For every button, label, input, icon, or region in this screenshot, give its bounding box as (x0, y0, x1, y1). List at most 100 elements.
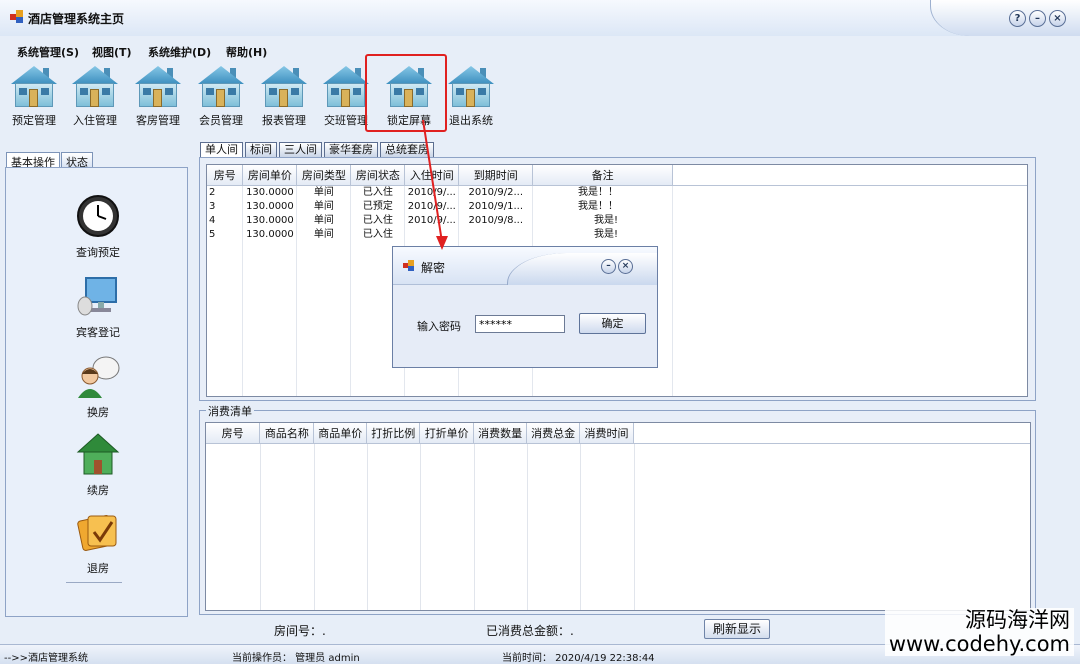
tab-status[interactable]: 状态 (61, 152, 93, 169)
toolbar-report-button[interactable]: 报表管理 (253, 64, 315, 128)
toolbar-reservation-button[interactable]: 预定管理 (3, 64, 65, 128)
table-row[interactable]: 3 130.0000 单间 已预定 2010/9/... 2010/9/1... 我是！！ (207, 199, 1027, 214)
empty-cell (296, 353, 352, 368)
table-row[interactable]: 5 130.0000 单间 已入住 我是! (207, 227, 1027, 242)
consumption-column-header[interactable]: 打折比例 (366, 423, 421, 444)
empty-cell (207, 339, 244, 354)
empty-cell (207, 325, 244, 340)
empty-cell (207, 269, 244, 284)
empty-cell (673, 368, 1027, 382)
extend-stay-button[interactable]: 续房 (56, 432, 140, 498)
consumption-frame: 房号 商品名称 商品单价 打折比例 打折单价 消费数量 消费总金 消费时间 (199, 410, 1036, 615)
grid-column-line (580, 444, 581, 610)
room-column-header[interactable]: 房号 (207, 165, 244, 186)
dialog-minimize-button[interactable]: – (601, 259, 616, 274)
toolbar: 预定管理 入住管理 客房管理 会员管理 报表管理 交班管理 锁定屏幕 退出系统 (0, 62, 1080, 134)
room-column-header[interactable]: 房间状态 (350, 165, 406, 186)
guest-registration-button[interactable]: 宾客登记 (56, 274, 140, 340)
toolbar-exit-button[interactable]: 退出系统 (440, 64, 502, 128)
consumption-column-header[interactable]: 商品名称 (259, 423, 315, 444)
minimize-button[interactable]: – (1029, 10, 1046, 27)
room-cell-filler (673, 214, 1027, 228)
room-cell: 2 (207, 185, 244, 200)
consumption-table: 房号 商品名称 商品单价 打折比例 打折单价 消费数量 消费总金 消费时间 (206, 423, 1030, 444)
menu-system-management[interactable]: 系统管理(S) (17, 44, 79, 60)
empty-cell (242, 339, 298, 354)
room-column-filler (672, 165, 1027, 186)
guest-registration-label: 宾客登记 (76, 326, 120, 339)
close-button[interactable]: × (1049, 10, 1066, 27)
toolbar-member-button[interactable]: 会员管理 (190, 64, 252, 128)
consumption-column-header[interactable]: 房号 (206, 423, 261, 444)
room-cell: 我是! (532, 227, 674, 242)
empty-cell (404, 367, 460, 382)
consumption-list-label: 消费清单 (206, 403, 254, 419)
password-label: 输入密码 (417, 320, 461, 333)
room-cell: 2010/9/8... (458, 213, 534, 228)
tab-deluxe-suite[interactable]: 豪华套房 (324, 142, 378, 158)
room-cell: 我是! (532, 213, 674, 228)
house-icon (133, 64, 183, 108)
menu-view[interactable]: 视图(T) (92, 44, 132, 60)
dialog-close-button[interactable]: × (618, 259, 633, 274)
room-column-header[interactable]: 备注 (532, 165, 674, 186)
house-icon (9, 64, 59, 108)
tab-presidential-suite[interactable]: 总统套房 (380, 142, 434, 158)
room-column-header[interactable]: 入住时间 (404, 165, 460, 186)
consumption-column-header[interactable]: 消费总金 (526, 423, 581, 444)
empty-cell (350, 367, 406, 382)
tab-standard-room[interactable]: 标间 (245, 142, 277, 158)
room-cell: 130.0000 (242, 185, 298, 200)
room-cell: 130.0000 (242, 199, 298, 214)
confirm-button[interactable]: 确定 (579, 313, 646, 334)
checkout-label: 退房 (87, 562, 109, 575)
checkout-button[interactable]: 退房 (56, 510, 140, 576)
toolbar-label: 入住管理 (73, 114, 117, 127)
empty-cell (296, 297, 352, 312)
house-icon (70, 64, 120, 108)
empty-cell (296, 283, 352, 298)
room-cell: 4 (207, 213, 244, 228)
monitor-icon (76, 274, 120, 318)
toolbar-checkin-button[interactable]: 入住管理 (64, 64, 126, 128)
unlock-dialog: 解密 – × 输入密码 确定 (392, 246, 658, 368)
change-room-button[interactable]: 换房 (56, 354, 140, 420)
room-column-header[interactable]: 到期时间 (458, 165, 534, 186)
toolbar-label: 会员管理 (199, 114, 243, 127)
query-reservation-button[interactable]: 查询预定 (56, 194, 140, 260)
empty-cell (242, 381, 298, 396)
status-time: 当前时间： 2020/4/19 22:38:44 (502, 653, 655, 664)
tab-single-room[interactable]: 单人间 (200, 142, 243, 158)
room-cell: 已预定 (350, 199, 406, 214)
room-cell: 我是！！ (532, 185, 674, 200)
empty-cell (673, 382, 1027, 396)
consumption-column-header[interactable]: 消费数量 (473, 423, 528, 444)
consumption-grid[interactable]: 房号 商品名称 商品单价 打折比例 打折单价 消费数量 消费总金 消费时间 (205, 422, 1031, 611)
password-input[interactable] (475, 315, 565, 333)
empty-cell (242, 353, 298, 368)
room-type-tabs: 单人间 标间 三人间 豪华套房 总统套房 (200, 142, 436, 158)
dialog-title-bar: 解密 – × (393, 247, 657, 285)
consumption-column-header[interactable]: 消费时间 (579, 423, 635, 444)
room-column-header[interactable]: 房间单价 (242, 165, 298, 186)
consumption-column-header[interactable]: 打折单价 (419, 423, 475, 444)
room-cell: 单间 (296, 199, 352, 214)
menu-help[interactable]: 帮助(H) (226, 44, 267, 60)
empty-cell (296, 241, 352, 256)
refresh-button[interactable]: 刷新显示 (704, 619, 770, 639)
room-cell: 2010/9/2... (458, 185, 534, 200)
tab-triple-room[interactable]: 三人间 (279, 142, 322, 158)
room-cell-filler (673, 185, 1027, 200)
room-column-header[interactable]: 房间类型 (296, 165, 352, 186)
tab-basic-operations[interactable]: 基本操作 (6, 152, 60, 169)
highlight-annotation (365, 54, 447, 132)
table-row[interactable]: 2 130.0000 单间 已入住 2010/9/... 2010/9/2... 我是！！ (207, 185, 1027, 200)
empty-cell (242, 269, 298, 284)
menu-system-maintenance[interactable]: 系统维护(D) (148, 44, 211, 60)
help-button[interactable]: ? (1009, 10, 1026, 27)
consumption-column-header[interactable]: 商品单价 (313, 423, 368, 444)
toolbar-room-button[interactable]: 客房管理 (127, 64, 189, 128)
grid-column-line (474, 444, 475, 610)
table-row[interactable]: 4 130.0000 单间 已入住 2010/9/... 2010/9/8... 我是! (207, 213, 1027, 228)
menu-bar: 系统管理(S) 视图(T) 系统维护(D) 帮助(H) (0, 42, 1080, 62)
